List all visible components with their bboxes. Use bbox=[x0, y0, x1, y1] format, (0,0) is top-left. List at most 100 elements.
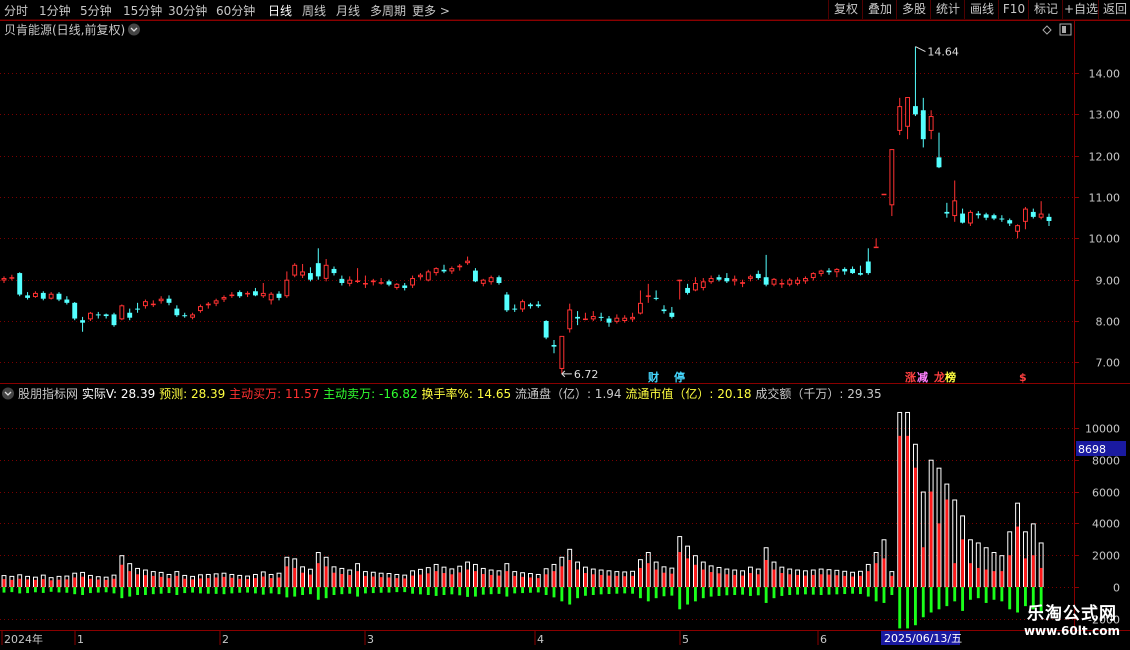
buy-volume-bar bbox=[33, 579, 37, 588]
period-tab-2[interactable]: 5分钟 bbox=[80, 2, 112, 19]
buy-volume-bar bbox=[26, 579, 30, 588]
toolbar-button-2[interactable]: 多股 bbox=[896, 0, 931, 19]
diamond-icon[interactable] bbox=[1042, 25, 1052, 35]
sell-volume-bar bbox=[442, 587, 446, 595]
sell-volume-bar bbox=[866, 587, 870, 597]
panel-toggle-icon[interactable] bbox=[1059, 23, 1072, 36]
sell-volume-bar bbox=[253, 587, 257, 594]
candle bbox=[590, 316, 596, 320]
sell-volume-bar bbox=[324, 587, 328, 599]
toolbar-button-1[interactable]: 叠加 bbox=[862, 0, 897, 19]
sell-volume-bar bbox=[756, 587, 760, 596]
buy-volume-bar bbox=[348, 574, 352, 588]
buy-volume-bar bbox=[984, 569, 988, 588]
cursor-value-label: 8698 bbox=[1078, 443, 1106, 456]
candle bbox=[457, 265, 463, 268]
toolbar-button-6[interactable]: 标记 bbox=[1028, 0, 1063, 19]
candle bbox=[1038, 213, 1044, 218]
toolbar-button-5[interactable]: F10 bbox=[998, 0, 1029, 19]
buy-volume-bar bbox=[631, 575, 635, 588]
period-tab-3[interactable]: 15分钟 bbox=[123, 2, 162, 19]
candle bbox=[119, 305, 125, 320]
candle bbox=[512, 308, 518, 310]
sell-volume-bar bbox=[57, 587, 61, 593]
candle bbox=[543, 321, 549, 338]
buy-volume-bar bbox=[1008, 555, 1012, 588]
chevron-down-icon[interactable] bbox=[2, 387, 14, 400]
candle bbox=[465, 260, 471, 264]
candle bbox=[32, 292, 38, 298]
period-tab-4[interactable]: 30分钟 bbox=[168, 2, 207, 19]
candle bbox=[197, 306, 203, 312]
sell-volume-bar bbox=[615, 587, 619, 594]
toolbar-button-4[interactable]: 画线 bbox=[964, 0, 999, 19]
candle bbox=[150, 303, 156, 306]
buy-volume-bar bbox=[1000, 571, 1004, 588]
period-tab-7[interactable]: 周线 bbox=[302, 2, 326, 19]
candle bbox=[520, 301, 526, 310]
toolbar-button-8[interactable]: 返回 bbox=[1098, 0, 1130, 19]
candle bbox=[64, 299, 70, 303]
buy-volume-bar bbox=[222, 576, 226, 588]
candle bbox=[567, 309, 573, 330]
buy-volume-bar bbox=[356, 571, 360, 588]
sell-volume-bar bbox=[387, 587, 391, 593]
candle bbox=[504, 294, 510, 311]
sell-volume-bar bbox=[843, 587, 847, 595]
high-price-label: 14.64 bbox=[927, 46, 959, 59]
buy-volume-bar bbox=[756, 574, 760, 588]
candle bbox=[669, 312, 675, 317]
chevron-down-icon[interactable] bbox=[128, 23, 140, 36]
sell-volume-bar bbox=[418, 587, 422, 595]
sell-volume-bar bbox=[1000, 587, 1004, 602]
candle bbox=[9, 277, 15, 279]
sell-volume-bar bbox=[678, 587, 682, 610]
candle bbox=[975, 213, 981, 216]
sell-volume-bar bbox=[709, 587, 713, 597]
low-arrow bbox=[561, 370, 572, 378]
candle bbox=[653, 297, 659, 299]
price-axis: 14.00 13.00 12.00 11.00 10.00 9.00 8.00 7.00 bbox=[1074, 68, 1120, 370]
buy-volume-bar bbox=[379, 577, 383, 588]
candle bbox=[17, 273, 23, 295]
current-date-label: 2025/06/13/五 bbox=[884, 632, 962, 645]
sell-volume-bar bbox=[269, 587, 273, 594]
period-tab-9[interactable]: 多周期 bbox=[370, 2, 406, 19]
toolbar-button-7[interactable]: +自选 bbox=[1062, 0, 1099, 19]
buy-volume-bar bbox=[481, 573, 485, 588]
sell-volume-bar bbox=[521, 587, 525, 594]
buy-volume-bar bbox=[49, 580, 53, 588]
period-tab-10[interactable]: 更多 > bbox=[412, 2, 450, 19]
period-tab-0[interactable]: 分时 bbox=[4, 2, 28, 19]
period-tab-1[interactable]: 1分钟 bbox=[39, 2, 71, 19]
period-tab-5[interactable]: 60分钟 bbox=[216, 2, 255, 19]
candle bbox=[245, 292, 251, 295]
sell-volume-bar bbox=[717, 587, 721, 596]
candle bbox=[417, 274, 423, 278]
buy-volume-bar bbox=[646, 563, 650, 588]
sell-volume-bar bbox=[874, 587, 878, 602]
period-tab-8[interactable]: 月线 bbox=[336, 2, 360, 19]
buy-volume-bar bbox=[112, 578, 116, 588]
toolbar-button-0[interactable]: 复权 bbox=[828, 0, 863, 19]
period-tab-6[interactable]: 日线 bbox=[268, 2, 292, 19]
buy-volume-bar bbox=[253, 578, 257, 588]
toolbar-button-3[interactable]: 统计 bbox=[930, 0, 965, 19]
buy-volume-bar bbox=[293, 567, 297, 588]
buy-volume-bar bbox=[57, 579, 61, 588]
buy-volume-bar bbox=[717, 573, 721, 588]
candle bbox=[292, 264, 298, 276]
candle bbox=[25, 295, 31, 298]
sell-volume-bar bbox=[528, 587, 532, 593]
low-price-label: 6.72 bbox=[574, 368, 599, 381]
stock-chart[interactable]: 14.0013.0012.0011.0010.009.008.007.00 10… bbox=[0, 20, 1130, 650]
buy-volume-bar bbox=[827, 574, 831, 588]
candle bbox=[960, 213, 966, 223]
candle bbox=[449, 268, 455, 272]
sell-volume-bar bbox=[49, 587, 53, 592]
buy-volume-bar bbox=[591, 574, 595, 588]
sell-volume-bar bbox=[33, 587, 37, 593]
candle bbox=[865, 261, 871, 274]
sell-volume-bar bbox=[670, 587, 674, 596]
buy-volume-bar bbox=[128, 571, 132, 588]
